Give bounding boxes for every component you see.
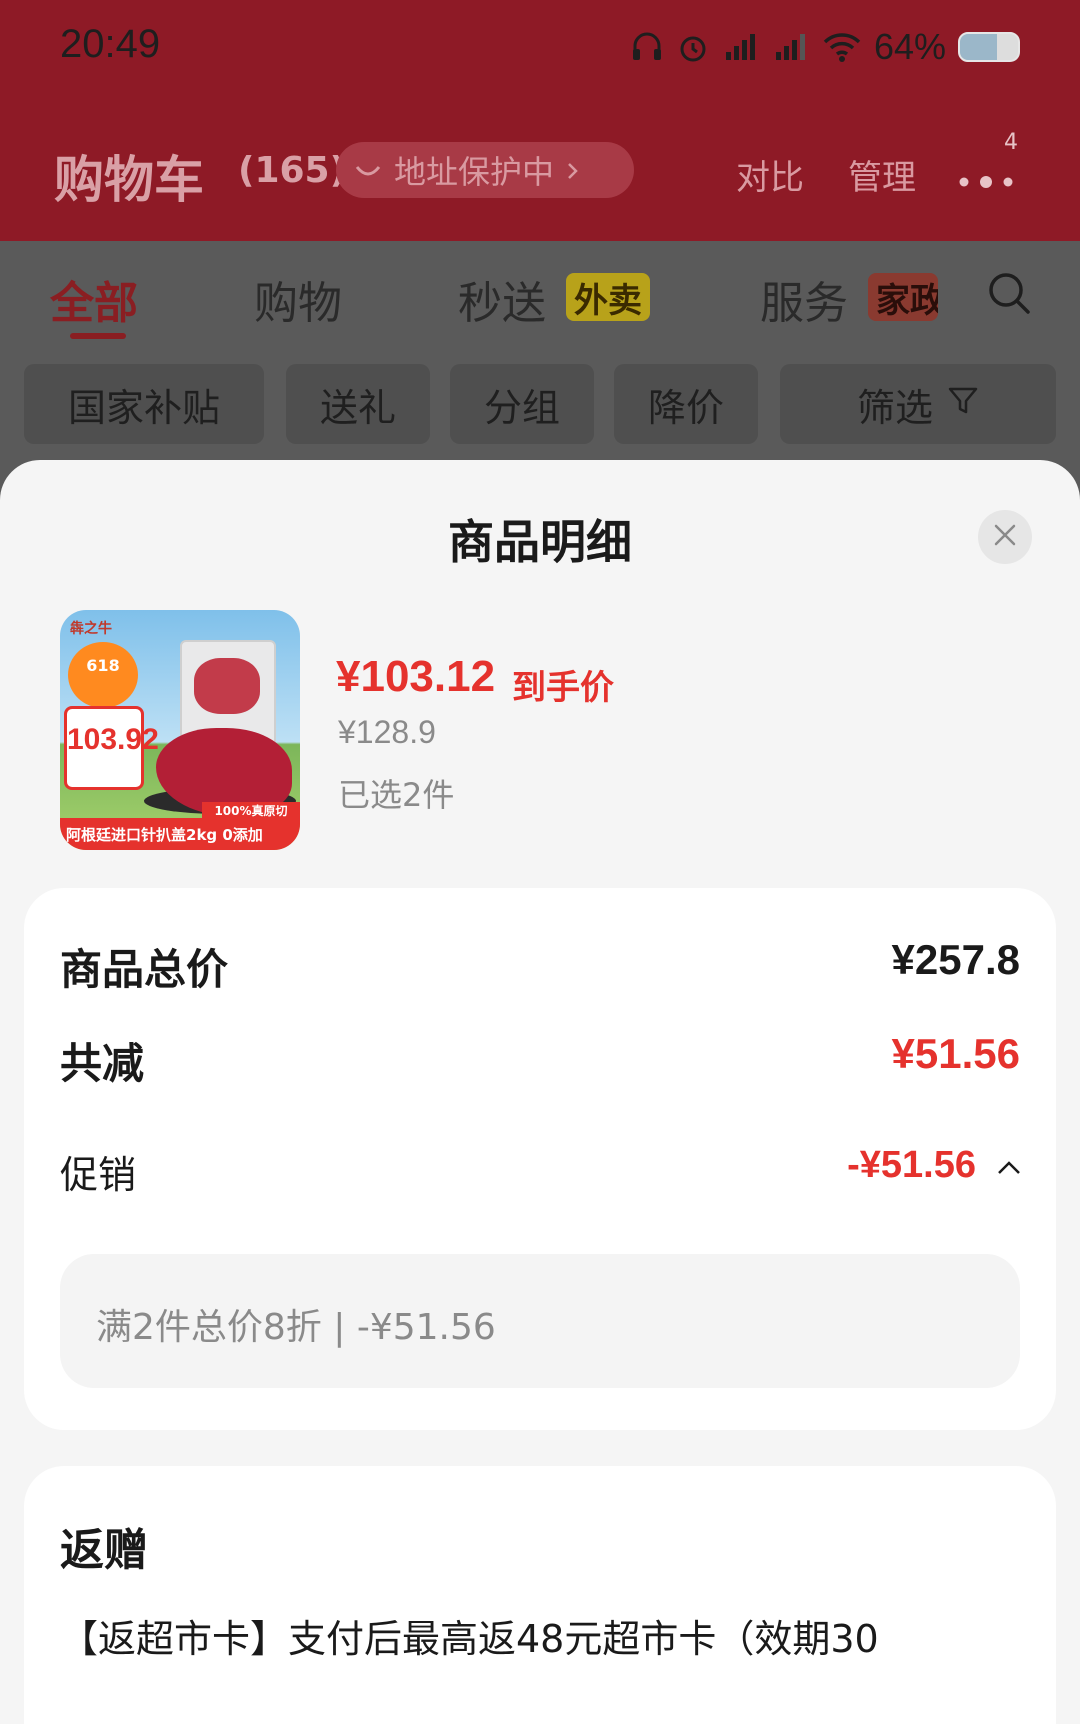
shield-check-icon — [354, 151, 382, 189]
address-chip-label: 地址保护中 — [394, 153, 555, 191]
sheet-title: 商品明细 — [448, 515, 632, 569]
chip-group[interactable]: 分组 — [450, 364, 594, 444]
search-icon[interactable] — [986, 270, 1034, 322]
promotion-label[interactable]: 促销 — [60, 1144, 136, 1199]
page-title: 购物车 — [54, 151, 204, 209]
more-menu-icon[interactable] — [956, 160, 1016, 201]
alarm-icon — [676, 30, 710, 64]
final-price-label: 到手价 — [512, 668, 614, 708]
promotion-detail-box: 满2件总价8折 | -¥51.56 — [60, 1254, 1020, 1388]
product-image-618-tag: 618 — [68, 642, 138, 708]
compare-button[interactable]: 对比 — [736, 150, 804, 199]
product-image-banner: 阿根廷进口针扒盖2kg 0添加 — [60, 818, 300, 850]
tab-instant-delivery[interactable]: 秒送 — [458, 267, 546, 331]
tab-all[interactable]: 全部 — [50, 267, 138, 331]
product-image[interactable]: 犇之牛 618 103.92 100%真原切 阿根廷进口针扒盖2kg 0添加 — [60, 610, 300, 850]
chip-national-subsidy[interactable]: 国家补贴 — [24, 364, 264, 444]
discount-total-label: 共减 — [60, 1039, 145, 1088]
tab-services[interactable]: 服务 — [760, 267, 848, 331]
battery-percent: 64% — [873, 26, 946, 67]
gift-description: 【返超市卡】支付后最高返48元超市卡（效期30 — [60, 1617, 879, 1661]
gift-card: 返赠 【返超市卡】支付后最高返48元超市卡（效期30 — [24, 1466, 1056, 1724]
product-image-brand: 犇之牛 — [70, 621, 112, 637]
tab-shopping[interactable]: 购物 — [254, 267, 342, 331]
product-detail-sheet: 商品明细 犇之牛 618 103.92 100%真原切 阿根廷进口针扒盖2kg … — [0, 460, 1080, 1724]
total-price-label: 商品总价 — [60, 945, 229, 994]
promotion-value[interactable]: -¥51.56 — [847, 1144, 976, 1187]
housekeeping-badge: 家政 — [868, 273, 938, 321]
chip-gift[interactable]: 送礼 — [286, 364, 430, 444]
active-tab-indicator — [70, 333, 126, 339]
status-icons: 64% — [630, 26, 1020, 68]
address-protection-chip[interactable]: 地址保护中 — [336, 142, 634, 198]
gift-title: 返赠 — [60, 1525, 148, 1576]
final-price: ¥103.12 — [336, 652, 496, 701]
chip-filter[interactable]: 筛选 — [780, 364, 1056, 444]
status-bar: 20:49 64% — [0, 0, 1080, 96]
cart-header: 购物车 (165) 地址保护中 对比 管理 4 — [0, 120, 1080, 220]
signal-5g-icon — [722, 30, 760, 64]
cart-header-area: 20:49 64% 购物车 (165) 地址保护中 对比 管理 4 — [0, 0, 1080, 241]
chip-filter-label: 筛选 — [856, 385, 933, 430]
takeout-badge: 外卖 — [566, 273, 650, 321]
total-price-value: ¥257.8 — [891, 936, 1020, 983]
close-icon — [993, 523, 1017, 551]
discount-total-value: ¥51.56 — [891, 1030, 1020, 1077]
status-time: 20:49 — [60, 22, 161, 66]
chevron-up-icon[interactable] — [996, 1160, 1022, 1180]
selected-count: 已选2件 — [338, 776, 455, 814]
signal-5g-icon-2 — [772, 30, 810, 64]
battery-icon — [958, 32, 1020, 62]
original-price: ¥128.9 — [338, 714, 436, 750]
cart-count: (165) — [238, 150, 347, 191]
funnel-icon — [947, 382, 979, 426]
more-menu-badge: 4 — [1004, 130, 1018, 155]
wifi-icon — [822, 30, 862, 64]
chevron-right-icon — [566, 151, 580, 189]
manage-button[interactable]: 管理 — [848, 150, 916, 199]
filter-chips: 国家补贴 送礼 分组 降价 筛选 — [24, 364, 1056, 444]
chip-price-drop[interactable]: 降价 — [614, 364, 758, 444]
product-image-price-tag: 103.92 — [64, 706, 159, 790]
price-summary-card: 商品总价 ¥257.8 共减 ¥51.56 促销 -¥51.56 满2件总价8折… — [24, 888, 1056, 1430]
close-button[interactable] — [978, 510, 1032, 564]
headphones-icon — [630, 30, 664, 64]
promotion-detail: 满2件总价8折 | -¥51.56 — [96, 1307, 496, 1348]
category-tabs: 全部 购物 秒送 外卖 服务 家政 — [0, 241, 1080, 351]
